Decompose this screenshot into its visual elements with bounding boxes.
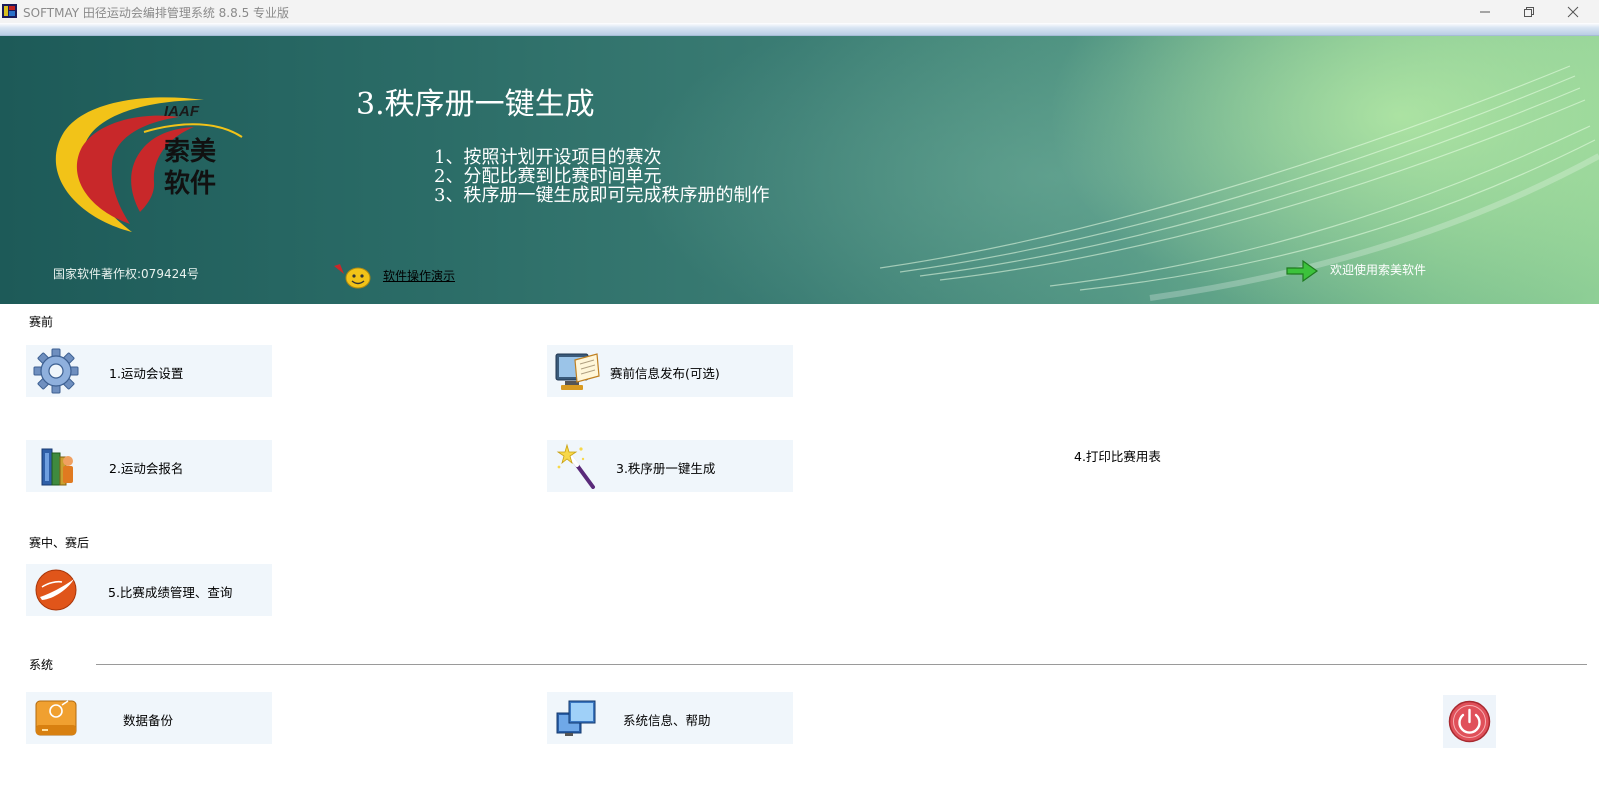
- svg-text:IAAF: IAAF: [164, 103, 200, 120]
- banner-step: 1、按照计划开设项目的赛次: [434, 147, 662, 168]
- order-book-button[interactable]: 3.秩序册一键生成: [547, 440, 793, 492]
- window-title: SOFTMAY 田径运动会编排管理系统 8.8.5 专业版: [23, 6, 290, 20]
- meet-settings-button[interactable]: 1.运动会设置: [26, 345, 272, 397]
- banner-title: 3.秩序册一键生成: [356, 87, 595, 122]
- arrow-right-icon[interactable]: [1285, 259, 1319, 283]
- swoosh-ball-icon: [35, 569, 77, 611]
- windows-icon: [556, 700, 596, 736]
- softmay-logo: IAAF 索美 软件: [55, 97, 243, 232]
- section-pre: 赛前: [29, 315, 54, 329]
- system-info-label: 系统信息、帮助: [623, 713, 711, 728]
- registration-label: 2.运动会报名: [109, 461, 184, 476]
- system-divider: [96, 664, 1587, 665]
- welcome-text: 欢迎使用索美软件: [1330, 263, 1427, 277]
- books-person-icon: [41, 448, 73, 486]
- minimize-button[interactable]: [1463, 0, 1507, 23]
- section-during: 赛中、赛后: [29, 536, 90, 550]
- smiley-icon: [334, 264, 371, 289]
- restore-button[interactable]: [1507, 0, 1551, 23]
- copyright-text: 国家软件著作权:079424号: [53, 267, 199, 281]
- data-backup-button[interactable]: 数据备份: [26, 692, 272, 744]
- registration-button[interactable]: 2.运动会报名: [26, 440, 272, 492]
- pre-info-publish-label: 赛前信息发布(可选): [610, 366, 720, 381]
- order-book-label: 3.秩序册一键生成: [616, 461, 716, 476]
- results-button[interactable]: 5.比赛成绩管理、查询: [26, 564, 272, 616]
- system-info-button[interactable]: 系统信息、帮助: [547, 692, 793, 744]
- demo-link[interactable]: 软件操作演示: [383, 267, 455, 284]
- close-icon: [1567, 6, 1579, 18]
- app-icon: [2, 4, 17, 18]
- drive-icon: [35, 700, 77, 736]
- print-forms-button[interactable]: 4.打印比赛用表: [1074, 446, 1161, 465]
- data-backup-label: 数据备份: [123, 713, 174, 728]
- monitor-document-icon: [555, 353, 600, 390]
- meet-settings-label: 1.运动会设置: [109, 366, 184, 381]
- gear-icon: [33, 348, 79, 394]
- power-icon: [1448, 700, 1491, 743]
- pre-info-publish-button[interactable]: 赛前信息发布(可选): [547, 345, 793, 397]
- title-bar: SOFTMAY 田径运动会编排管理系统 8.8.5 专业版: [0, 0, 1599, 23]
- section-system: 系统: [29, 658, 54, 672]
- results-label: 5.比赛成绩管理、查询: [108, 585, 233, 600]
- magic-wand-icon: [556, 443, 595, 489]
- banner-steps: 1、按照计划开设项目的赛次 2、分配比赛到比赛时间单元 3、秩序册一键生成即可完…: [434, 148, 769, 205]
- toolbar-strip: [0, 23, 1599, 36]
- banner-step: 3、秩序册一键生成即可完成秩序册的制作: [434, 185, 770, 206]
- svg-text:软件: 软件: [164, 169, 216, 199]
- minimize-icon: [1480, 11, 1490, 13]
- svg-text:索美: 索美: [164, 136, 216, 167]
- banner: IAAF 索美 软件 国家软件著作权:079424号 软件操作演示 3.秩序册一…: [0, 36, 1599, 304]
- restore-icon: [1524, 7, 1534, 17]
- close-button[interactable]: [1551, 0, 1595, 23]
- exit-button[interactable]: [1443, 695, 1496, 748]
- banner-step: 2、分配比赛到比赛时间单元: [434, 166, 662, 187]
